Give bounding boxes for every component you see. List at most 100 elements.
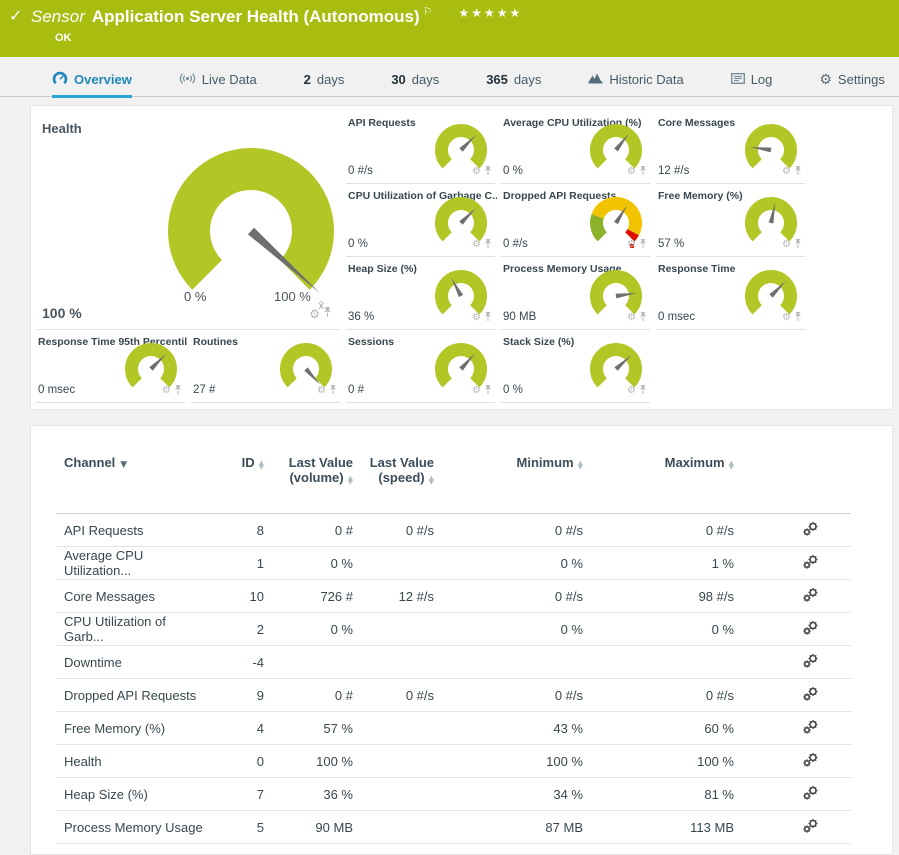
- channel-name-cell[interactable]: Health: [56, 745, 204, 778]
- gauge-pin-icon[interactable]: [794, 236, 802, 254]
- channel-actions-cell[interactable]: [734, 811, 851, 844]
- channel-actions-cell[interactable]: [734, 514, 851, 547]
- gauge-pin-icon[interactable]: [484, 236, 492, 254]
- gauge-settings-gear-icon[interactable]: ⚙: [782, 313, 791, 323]
- edit-channel-gears-icon[interactable]: [803, 788, 819, 803]
- gauge-settings-gear-icon[interactable]: ⚙: [472, 313, 481, 323]
- tab-historic-data[interactable]: Historic Data: [588, 70, 683, 96]
- edit-channel-gears-icon[interactable]: [803, 557, 819, 572]
- gauge-tile-routines: Routines27 #⚙: [191, 330, 340, 403]
- channel-name-cell[interactable]: Dropped API Requests: [56, 679, 204, 712]
- gauge-pin-icon[interactable]: [484, 382, 492, 400]
- health-gauge-value: 100 %: [42, 305, 82, 321]
- channel-name-cell[interactable]: Free Memory (%): [56, 712, 204, 745]
- gauge-tile-value: 90 MB: [503, 311, 536, 323]
- gauge-tile-value: 0 #/s: [503, 238, 528, 250]
- channel-actions-cell[interactable]: [734, 712, 851, 745]
- gauge-settings-gear-icon[interactable]: ⚙: [472, 386, 481, 396]
- tab-live-data[interactable]: Live Data: [179, 70, 257, 96]
- gauge-settings-gear-icon[interactable]: ⚙: [472, 240, 481, 250]
- column-header-minimum[interactable]: Minimum▲▼: [434, 451, 583, 514]
- channel-name-cell[interactable]: Process Memory Usage: [56, 811, 204, 844]
- gauge-tile-value: 0 #: [348, 384, 364, 396]
- maximum-cell: 0 %: [583, 613, 734, 646]
- channel-actions-cell[interactable]: [734, 778, 851, 811]
- channel-name-cell[interactable]: Core Messages: [56, 580, 204, 613]
- edit-channel-gears-icon[interactable]: [803, 821, 819, 836]
- edit-channel-gears-icon[interactable]: [803, 689, 819, 704]
- tab-30-days[interactable]: 30 days: [391, 70, 439, 96]
- gauge-settings-gear-icon[interactable]: ⚙: [782, 167, 791, 177]
- gauges-grid: Health x̄ 0 % 100 % 100 % ⚙ API Requests…: [31, 106, 892, 403]
- sort-icon: ▲▼: [578, 461, 583, 469]
- tab-log[interactable]: Log: [731, 70, 773, 96]
- last-value-volume-cell: 0 #: [264, 514, 353, 547]
- channel-id-cell: 1: [204, 547, 264, 580]
- gauge-pin-icon[interactable]: [639, 309, 647, 327]
- last-value-speed-cell: [353, 646, 434, 679]
- last-value-speed-cell: 12 #/s: [353, 580, 434, 613]
- channel-actions-cell[interactable]: [734, 613, 851, 646]
- gauge-settings-gear-icon[interactable]: ⚙: [162, 386, 171, 396]
- channel-id-cell: 10: [204, 580, 264, 613]
- column-header-maximum[interactable]: Maximum▲▼: [583, 451, 734, 514]
- priority-flag-icon[interactable]: ⚐: [423, 5, 433, 18]
- gauge-pin-icon[interactable]: [639, 163, 647, 181]
- gauge-pin-icon[interactable]: [639, 236, 647, 254]
- gauge-pin-icon[interactable]: [639, 382, 647, 400]
- column-header-id[interactable]: ID▲▼: [204, 451, 264, 514]
- minimum-cell: [434, 646, 583, 679]
- gauge-pin-icon[interactable]: [794, 309, 802, 327]
- edit-channel-gears-icon[interactable]: [803, 722, 819, 737]
- channel-actions-cell[interactable]: [734, 679, 851, 712]
- channel-name-cell[interactable]: CPU Utilization of Garb...: [56, 613, 204, 646]
- gauge-tile-value: 0 %: [348, 238, 368, 250]
- channel-actions-cell[interactable]: [734, 547, 851, 580]
- minimum-cell: 0 #/s: [434, 679, 583, 712]
- priority-stars[interactable]: ★★★★★: [459, 6, 523, 20]
- last-value-volume-cell: 90 MB: [264, 811, 353, 844]
- gauge-pin-icon[interactable]: [329, 382, 337, 400]
- channel-table-body: API Requests80 #0 #/s0 #/s0 #/sAverage C…: [56, 514, 851, 844]
- gauge-settings-gear-icon[interactable]: ⚙: [472, 167, 481, 177]
- tab-2-days[interactable]: 2 days: [304, 70, 345, 96]
- object-kind-label: Sensor: [31, 7, 85, 26]
- channel-name-cell[interactable]: Downtime: [56, 646, 204, 679]
- gauge-settings-gear-icon[interactable]: ⚙: [309, 308, 320, 320]
- column-header-last-value-speed[interactable]: Last Value (speed)▲▼: [353, 451, 434, 514]
- gauge-pin-icon[interactable]: [174, 382, 182, 400]
- edit-channel-gears-icon[interactable]: [803, 656, 819, 671]
- channel-name-cell[interactable]: Heap Size (%): [56, 778, 204, 811]
- channel-actions-cell[interactable]: [734, 745, 851, 778]
- gauge-settings-gear-icon[interactable]: ⚙: [627, 313, 636, 323]
- channel-name-cell[interactable]: Average CPU Utilization...: [56, 547, 204, 580]
- gauge-pin-icon[interactable]: [323, 305, 332, 323]
- gauge-settings-gear-icon[interactable]: ⚙: [627, 240, 636, 250]
- channel-id-cell: 5: [204, 811, 264, 844]
- edit-channel-gears-icon[interactable]: [803, 524, 819, 539]
- gauge-settings-gear-icon[interactable]: ⚙: [627, 167, 636, 177]
- tab-365-days[interactable]: 365 days: [486, 70, 541, 96]
- last-value-speed-cell: 0 #/s: [353, 514, 434, 547]
- gauge-pin-icon[interactable]: [794, 163, 802, 181]
- health-scale-max-label: 100 %: [274, 289, 311, 304]
- gauge-tile-value: 0 msec: [658, 311, 695, 323]
- gauge-tile-api-requests: API Requests0 #/s⚙: [346, 111, 495, 184]
- channel-actions-cell[interactable]: [734, 646, 851, 679]
- gauge-settings-gear-icon[interactable]: ⚙: [782, 240, 791, 250]
- edit-channel-gears-icon[interactable]: [803, 755, 819, 770]
- edit-channel-gears-icon[interactable]: [803, 623, 819, 638]
- gauge-pin-icon[interactable]: [484, 163, 492, 181]
- channel-table-header-row: Channel▼ ID▲▼ Last Value (volume)▲▼ Last…: [56, 451, 851, 514]
- gauge-settings-gear-icon[interactable]: ⚙: [627, 386, 636, 396]
- edit-channel-gears-icon[interactable]: [803, 590, 819, 605]
- column-header-last-value-volume[interactable]: Last Value (volume)▲▼: [264, 451, 353, 514]
- gauge-pin-icon[interactable]: [484, 309, 492, 327]
- column-header-channel[interactable]: Channel▼: [56, 451, 204, 514]
- tab-settings[interactable]: ⚙ Settings: [819, 70, 885, 96]
- channel-actions-cell[interactable]: [734, 580, 851, 613]
- tab-overview[interactable]: Overview: [52, 70, 132, 98]
- health-scale-min-label: 0 %: [184, 289, 206, 304]
- gauge-settings-gear-icon[interactable]: ⚙: [317, 386, 326, 396]
- channel-name-cell[interactable]: API Requests: [56, 514, 204, 547]
